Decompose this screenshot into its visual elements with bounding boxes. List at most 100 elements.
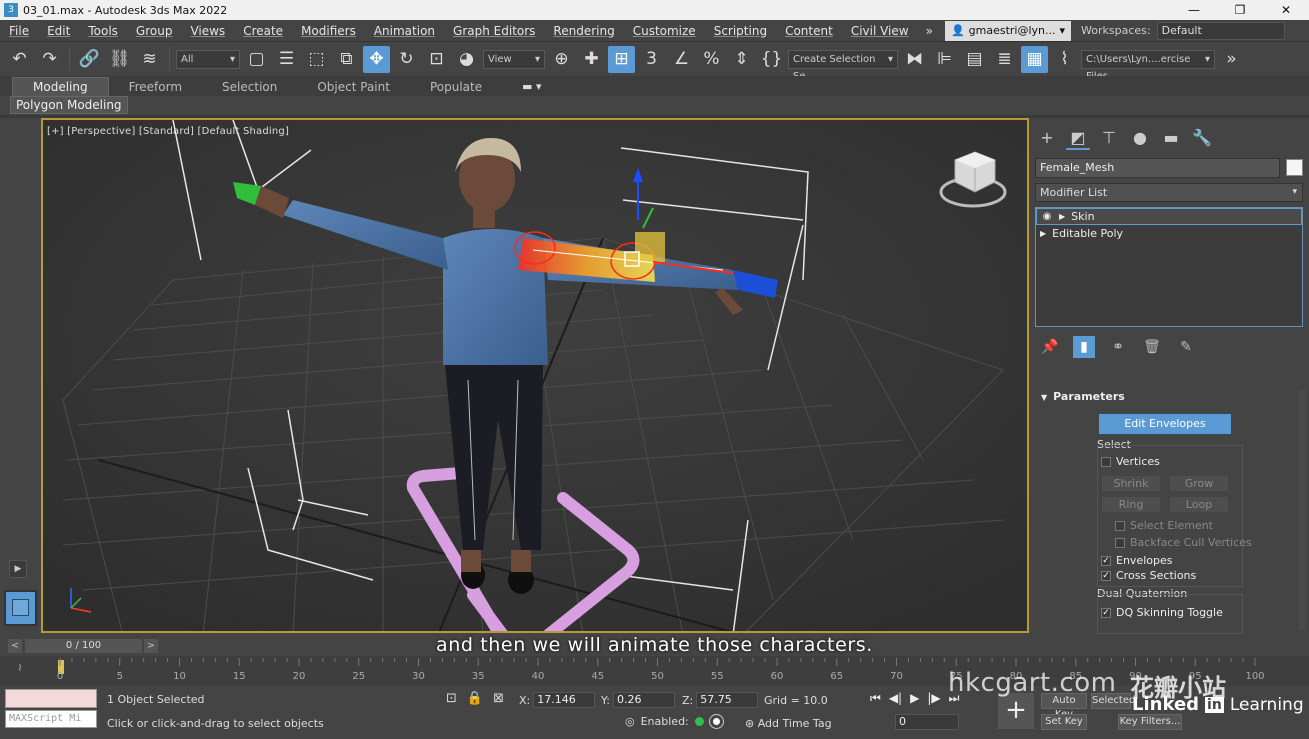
set-key-button[interactable]: Set Key (1041, 714, 1087, 730)
menu-modifiers[interactable]: Modifiers (292, 24, 365, 38)
menu-animation[interactable]: Animation (365, 24, 444, 38)
expand-triangle-icon[interactable]: ▶ (1040, 229, 1046, 238)
menu-edit[interactable]: Edit (38, 24, 79, 38)
align-icon[interactable]: ⊫ (931, 46, 958, 73)
workspace-select[interactable]: Default (1156, 21, 1285, 40)
minimize-icon[interactable]: — (1171, 0, 1217, 20)
command-panel-scrollbar[interactable] (1299, 390, 1305, 630)
select-and-place-icon[interactable]: ◕ (453, 46, 480, 73)
menu-rendering[interactable]: Rendering (544, 24, 623, 38)
select-and-scale-icon[interactable]: ⊡ (423, 46, 450, 73)
menu-graph-editors[interactable]: Graph Editors (444, 24, 544, 38)
utilities-icon[interactable]: 🔧 (1190, 126, 1214, 150)
display-icon[interactable]: ▬ (1159, 126, 1183, 150)
ring-button[interactable]: Ring (1101, 496, 1161, 513)
toggle-icon[interactable] (709, 715, 723, 728)
menu-more-icon[interactable]: » (918, 24, 941, 38)
rectangular-selection-icon[interactable]: ⬚ (303, 46, 330, 73)
menu-file[interactable]: File (0, 24, 38, 38)
toggle-layer-explorer-icon[interactable]: ≣ (991, 46, 1018, 73)
z-field[interactable]: 57.75 (696, 692, 759, 708)
y-field[interactable]: 0.26 (612, 692, 675, 708)
select-manipulate-icon[interactable]: ✚ (578, 46, 605, 73)
mirror-icon[interactable]: ⧓ (901, 46, 928, 73)
parameters-rollout-header[interactable]: ▼ Parameters (1035, 390, 1303, 406)
unlink-icon[interactable]: ⛓ (106, 46, 133, 73)
edit-named-selection-icon[interactable]: {} (758, 46, 785, 73)
spinner-snap-icon[interactable]: ⇕ (728, 46, 755, 73)
current-frame-field[interactable]: 0 (895, 714, 959, 730)
key-filters-button[interactable]: Key Filters... (1118, 714, 1182, 730)
motion-icon[interactable]: ● (1128, 126, 1152, 150)
vertices-checkbox[interactable]: Vertices (1101, 455, 1160, 468)
dq-skinning-toggle-checkbox[interactable]: ✓ DQ Skinning Toggle (1101, 606, 1223, 619)
user-account[interactable]: 👤 gmaestri@lyn... ▾ (944, 20, 1072, 41)
menu-civil-view[interactable]: Civil View (842, 24, 918, 38)
expand-triangle-icon[interactable]: ▶ (1059, 212, 1065, 221)
menu-views[interactable]: Views (181, 24, 234, 38)
menu-create[interactable]: Create (234, 24, 292, 38)
go-to-start-icon[interactable]: ⏮ (870, 691, 881, 706)
eye-icon[interactable]: ◉ (1041, 211, 1053, 222)
ribbon-options-icon[interactable]: ▬ ▾ (522, 80, 541, 96)
pin-stack-icon[interactable]: 📌 (1039, 336, 1061, 358)
expand-layout-icon[interactable]: ▶ (9, 560, 27, 578)
grow-button[interactable]: Grow (1169, 475, 1229, 492)
menu-tools[interactable]: Tools (79, 24, 127, 38)
shrink-button[interactable]: Shrink (1101, 475, 1161, 492)
tab-freeform[interactable]: Freeform (109, 78, 202, 96)
stack-item-editable-poly[interactable]: ▶ Editable Poly (1036, 225, 1302, 242)
keyboard-shortcut-override-icon[interactable]: ⊞ (608, 45, 635, 73)
add-time-tag[interactable]: ⊛ Add Time Tag (745, 717, 832, 730)
close-icon[interactable]: ✕ (1263, 0, 1309, 20)
link-icon[interactable]: 🔗 (76, 46, 103, 73)
object-color-swatch[interactable] (1286, 159, 1303, 176)
curve-editor-icon[interactable]: ⌇ (1051, 46, 1078, 73)
edit-envelopes-button[interactable]: Edit Envelopes (1099, 414, 1231, 434)
cross-sections-checkbox[interactable]: ✓ Cross Sections (1101, 569, 1196, 582)
hierarchy-icon[interactable]: ⊤ (1097, 126, 1121, 150)
tab-modeling[interactable]: Modeling (12, 77, 109, 96)
globe-icon[interactable]: ◎ (625, 715, 635, 728)
menu-customize[interactable]: Customize (624, 24, 705, 38)
viewport-layout-button[interactable] (4, 590, 37, 626)
toggle-scene-explorer-icon[interactable]: ▤ (961, 46, 988, 73)
angle-snap-icon[interactable]: ∠ (668, 46, 695, 73)
stack-item-skin[interactable]: ◉ ▶ Skin (1036, 208, 1302, 225)
loop-button[interactable]: Loop (1169, 496, 1229, 513)
show-end-result-icon[interactable]: ▮ (1073, 336, 1095, 358)
x-field[interactable]: 17.146 (533, 692, 596, 708)
undo-icon[interactable]: ↶ (6, 46, 33, 73)
previous-key-icon[interactable]: ◀| (889, 691, 902, 706)
create-icon[interactable]: + (1035, 126, 1059, 150)
redo-icon[interactable]: ↷ (36, 46, 63, 73)
remove-modifier-icon[interactable]: 🗑 (1141, 336, 1163, 358)
set-keys-icon[interactable]: + (998, 693, 1034, 729)
maxscript-listener-output[interactable] (5, 689, 97, 708)
selection-filter-dropdown[interactable]: All ▾ (176, 49, 240, 69)
object-name-field[interactable]: Female_Mesh (1035, 158, 1280, 178)
reference-coordinate-dropdown[interactable]: View ▾ (483, 49, 545, 69)
perspective-viewport[interactable]: [+] [Perspective] [Standard] [Default Sh… (41, 118, 1029, 633)
make-unique-icon[interactable]: ⚭ (1107, 336, 1129, 358)
project-folder-dropdown[interactable]: C:\Users\Lyn....ercise Files ▾ (1081, 49, 1215, 82)
select-by-name-icon[interactable]: ☰ (273, 46, 300, 73)
window-crossing-icon[interactable]: ⧉ (333, 46, 360, 73)
percent-snap-icon[interactable]: % (698, 46, 725, 73)
configure-modifier-sets-icon[interactable]: ✎ (1175, 336, 1197, 358)
snaps-toggle-icon[interactable]: 3 (638, 46, 665, 73)
select-and-move-icon[interactable]: ✥ (363, 45, 390, 73)
backface-cull-checkbox[interactable]: Backface Cull Vertices (1115, 536, 1252, 549)
menu-content[interactable]: Content (776, 24, 842, 38)
play-icon[interactable]: ▶ (910, 691, 919, 706)
pivot-center-icon[interactable]: ⊕ (548, 46, 575, 73)
lock-icon[interactable]: 🔒 (467, 691, 483, 706)
named-selection-dropdown[interactable]: Create Selection Se ▾ (788, 49, 898, 82)
menu-group[interactable]: Group (127, 24, 182, 38)
absolute-mode-icon[interactable]: ⊠ (493, 691, 504, 706)
bind-space-warp-icon[interactable]: ≋ (136, 46, 163, 73)
polygon-modeling-panel[interactable]: Polygon Modeling (10, 96, 128, 114)
envelopes-checkbox[interactable]: ✓ Envelopes (1101, 554, 1172, 567)
select-object-icon[interactable]: ▢ (243, 46, 270, 73)
toggle-ribbon-icon[interactable]: ▦ (1021, 45, 1048, 73)
